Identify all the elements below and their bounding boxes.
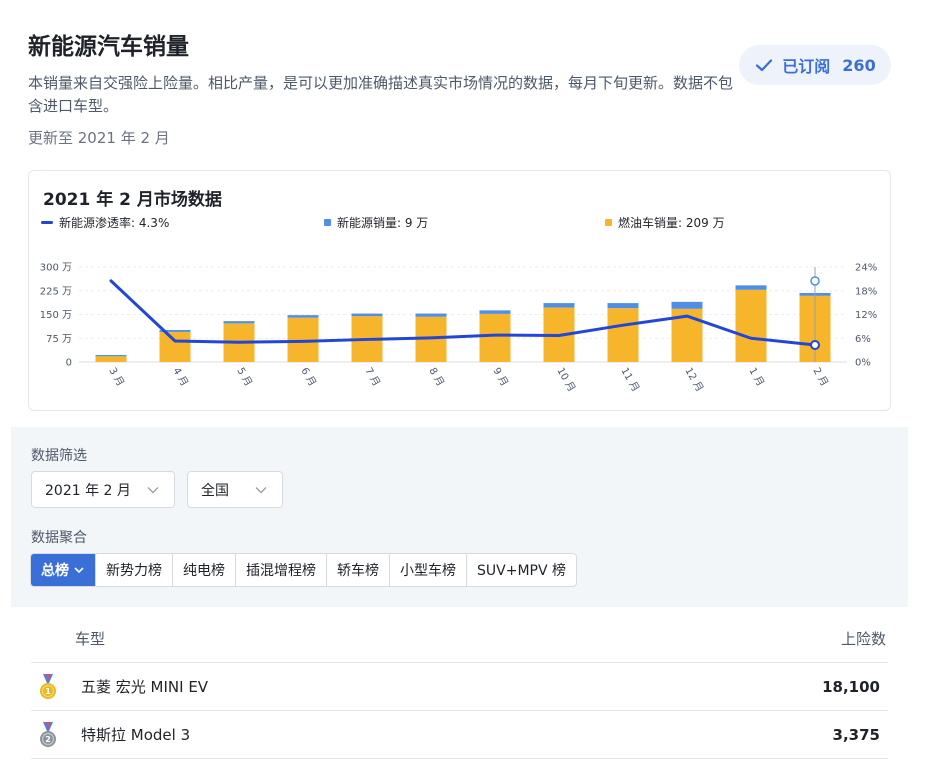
silver-medal-icon: 2 xyxy=(40,721,56,747)
nev-sales-bar xyxy=(351,313,383,317)
model-name: 五菱 宏光 MINI EV xyxy=(81,678,209,696)
x-axis-tick-label: 2 月 xyxy=(810,366,830,389)
right-axis-tick-label: 6% xyxy=(855,334,871,345)
chart-title: 2021 年 2 月市场数据 xyxy=(43,190,222,210)
left-axis-tick-label: 75 万 xyxy=(46,334,72,345)
chevron-down-icon xyxy=(147,487,159,494)
nev-sales-bar xyxy=(671,301,703,309)
nev-sales-bar xyxy=(223,321,255,324)
region-select-value: 全国 xyxy=(201,482,229,499)
nev-sales-bar xyxy=(95,355,127,357)
nev-sales-bar xyxy=(543,303,575,308)
x-axis-tick-label: 11 月 xyxy=(618,366,641,394)
svg-text:2: 2 xyxy=(45,735,51,744)
registration-count: 3,375 xyxy=(832,725,880,744)
x-axis-tick-label: 8 月 xyxy=(426,366,446,389)
registration-count: 18,100 xyxy=(822,677,880,696)
aggregation-tabs: 总榜 新势力榜 纯电榜 插混增程榜 轿车榜 小型车榜 SUV+MPV 榜 xyxy=(30,553,577,587)
nev-sales-bar xyxy=(479,310,511,314)
page-title: 新能源汽车销量 xyxy=(28,34,189,60)
subscribe-label: 已订阅 xyxy=(782,57,831,76)
legend-penetration-label: 新能源渗透率: 4.3% xyxy=(59,216,170,230)
nev-sales-bar xyxy=(415,313,447,317)
left-axis-tick-label: 225 万 xyxy=(40,286,72,297)
right-axis-tick-label: 12% xyxy=(855,310,877,321)
tab-small-car[interactable]: 小型车榜 xyxy=(389,554,466,586)
nev-sales-bar xyxy=(735,285,767,290)
table-row[interactable]: 1 五菱 宏光 MINI EV 18,100 xyxy=(31,663,888,711)
nev-sales-bar xyxy=(607,303,639,309)
subscriber-count: 260 xyxy=(842,55,876,75)
right-axis-tick-label: 0% xyxy=(855,358,871,369)
legend-nev-label: 新能源销量: 9 万 xyxy=(337,216,429,230)
table-row[interactable]: 2 特斯拉 Model 3 3,375 xyxy=(31,711,888,759)
month-select-value: 2021 年 2 月 xyxy=(45,482,131,499)
left-axis-tick-label: 0 xyxy=(66,358,72,369)
subscribe-button[interactable]: 已订阅 260 xyxy=(739,45,891,85)
tab-new-forces[interactable]: 新势力榜 xyxy=(95,554,172,586)
right-axis-tick-label: 24% xyxy=(855,263,877,274)
x-axis-tick-label: 10 月 xyxy=(554,366,577,394)
right-axis-tick-label: 18% xyxy=(855,286,877,297)
page-header: 新能源汽车销量 本销量来自交强险上险量。相比产量，是可以更加准确描述真实市场情况… xyxy=(28,30,738,148)
filter-panel: 数据筛选 2021 年 2 月 全国 数据聚合 总榜 新势力榜 纯电榜 插混增程… xyxy=(11,427,908,607)
x-axis-tick-label: 4 月 xyxy=(170,366,190,389)
penetration-hover-marker xyxy=(810,339,820,350)
fuel-sales-bar xyxy=(95,356,127,362)
tab-sedan[interactable]: 轿车榜 xyxy=(326,554,389,586)
month-select[interactable]: 2021 年 2 月 xyxy=(31,471,175,508)
legend-nev-swatch xyxy=(324,219,331,226)
table-header: 车型 上险数 xyxy=(31,615,888,663)
fuel-sales-bar xyxy=(159,331,191,362)
chevron-down-icon xyxy=(74,567,84,574)
tab-phev-erev[interactable]: 插混增程榜 xyxy=(235,554,326,586)
legend-nev[interactable]: 新能源销量: 9 万 xyxy=(324,214,428,231)
aggregation-section-label: 数据聚合 xyxy=(31,530,87,546)
left-axis-tick-label: 300 万 xyxy=(40,263,72,274)
tab-overall-label: 总榜 xyxy=(41,563,69,579)
fuel-sales-bar xyxy=(607,308,639,362)
x-axis-tick-label: 12 月 xyxy=(682,366,705,394)
tab-overall[interactable]: 总榜 xyxy=(31,554,95,586)
x-axis-tick-label: 6 月 xyxy=(298,366,318,389)
market-data-card: 0 75 万 150 万 225 万 300 万 0% 6% 12% 18% 24% 3 月 4 月 5… xyxy=(28,170,891,411)
fuel-sales-bar xyxy=(479,313,511,362)
x-axis-tick-label: 9 月 xyxy=(490,366,510,389)
legend-penetration[interactable]: 新能源渗透率: 4.3% xyxy=(41,214,169,231)
model-name: 特斯拉 Model 3 xyxy=(81,726,191,744)
legend-fuel[interactable]: 燃油车销量: 209 万 xyxy=(605,214,725,231)
chevron-down-icon xyxy=(255,487,267,494)
tab-suv-mpv[interactable]: SUV+MPV 榜 xyxy=(466,554,576,586)
nev-sales-bar xyxy=(287,315,319,318)
page-description: 本销量来自交强险上险量。相比产量，是可以更加准确描述真实市场情况的数据，每月下旬… xyxy=(28,74,734,115)
gold-medal-icon: 1 xyxy=(40,673,56,699)
region-select[interactable]: 全国 xyxy=(187,471,283,508)
legend-line-swatch xyxy=(41,221,53,224)
x-axis-tick-label: 1 月 xyxy=(746,366,766,389)
legend-fuel-swatch xyxy=(605,219,612,226)
fuel-sales-bar xyxy=(735,289,767,362)
column-header-count[interactable]: 上险数 xyxy=(841,628,886,649)
filter-section-label: 数据筛选 xyxy=(31,448,87,464)
svg-text:1: 1 xyxy=(45,687,51,696)
x-axis-tick-label: 7 月 xyxy=(362,366,382,389)
ranking-table: 车型 上险数 1 五菱 宏光 MINI EV 18,100 2 特斯拉 Mode… xyxy=(31,615,888,759)
nev-hover-marker xyxy=(810,276,820,286)
tab-bev[interactable]: 纯电榜 xyxy=(172,554,235,586)
x-axis-tick-label: 3 月 xyxy=(106,366,126,389)
x-axis-tick-label: 5 月 xyxy=(234,366,254,389)
legend-fuel-label: 燃油车销量: 209 万 xyxy=(618,216,725,230)
column-header-model: 车型 xyxy=(75,630,106,648)
updated-label: 更新至 2021 年 2 月 xyxy=(28,129,170,147)
left-axis-tick-label: 150 万 xyxy=(40,310,72,321)
check-icon xyxy=(756,59,773,72)
